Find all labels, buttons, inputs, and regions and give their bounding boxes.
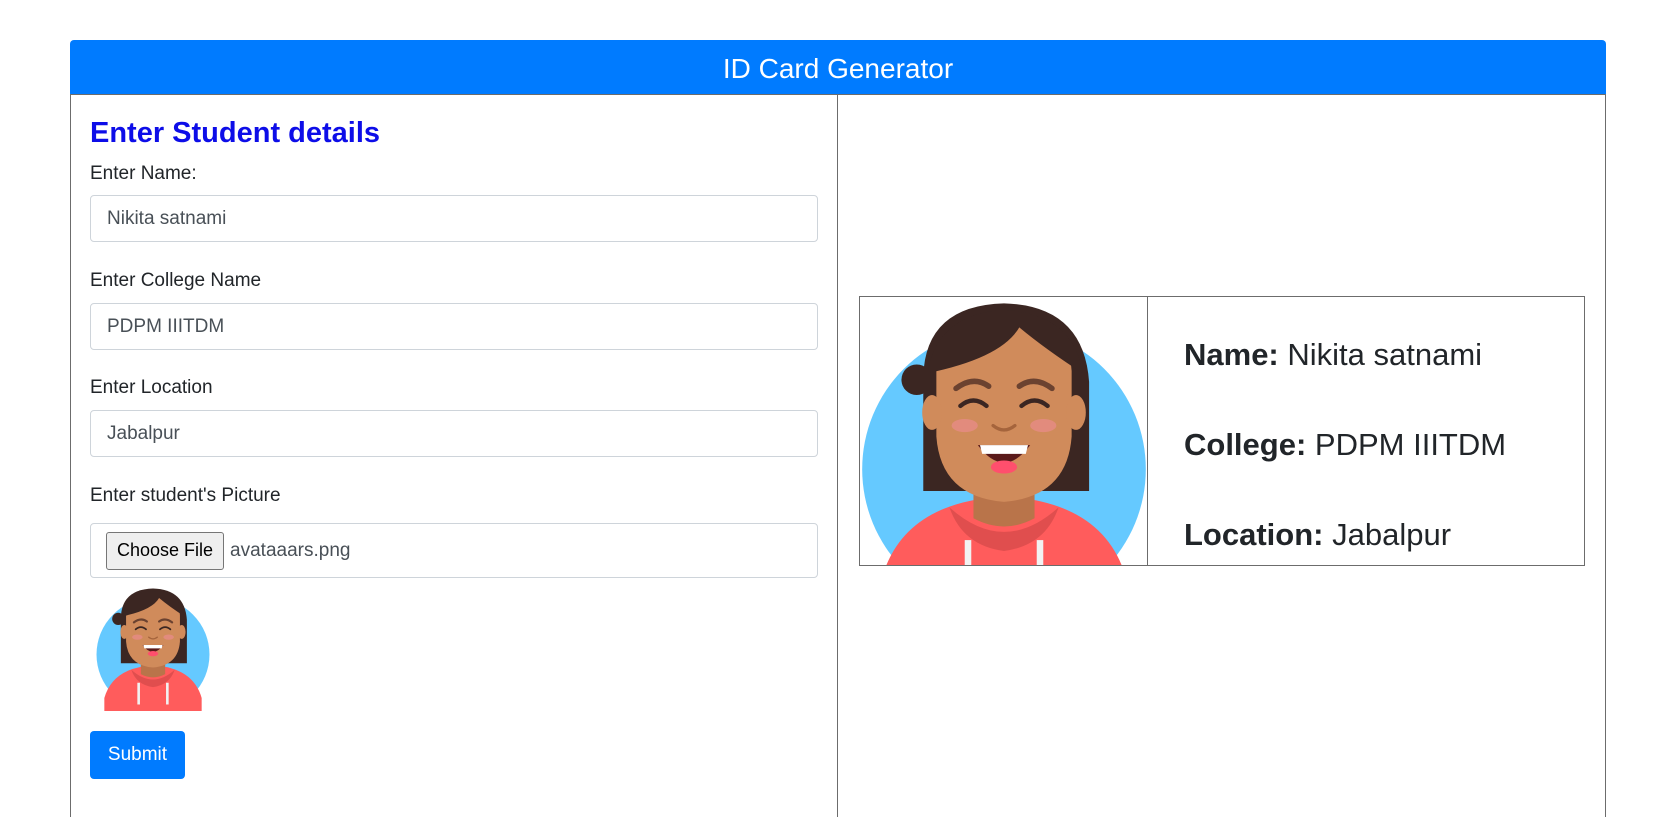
college-input[interactable] [90,303,818,350]
submit-button[interactable]: Submit [90,731,185,779]
avatar-preview-image [95,587,211,717]
choose-file-button[interactable]: Choose File [106,531,225,570]
name-input[interactable] [90,195,818,242]
location-input[interactable] [90,410,818,457]
card-photo [860,297,1148,565]
name-label: Enter Name: [90,163,197,184]
card-name-value: Nikita satnami [1287,337,1483,372]
card-college-label: College: [1184,427,1307,462]
avatar-card-image [860,297,1148,565]
card-location-row: Location: Jabalpur [1184,517,1451,553]
card-name-label: Name: [1184,337,1279,372]
picture-preview [95,585,211,717]
app-title: ID Card Generator [722,53,954,84]
card-name-row: Name: Nikita satnami [1184,337,1482,373]
file-name: avataaars.png [230,539,351,561]
card-location-value: Jabalpur [1332,517,1452,552]
form-panel: Enter Student details Enter Name: Enter … [70,94,838,817]
card-college-value: PDPM IIITDM [1314,427,1507,462]
app-header: ID Card Generator [70,40,1606,94]
card-college-row: College: PDPM IIITDM [1184,427,1506,463]
location-label: Enter Location [90,377,213,398]
app-container: ID Card Generator Enter Student details … [70,40,1606,817]
card-location-label: Location: [1184,517,1324,552]
picture-label: Enter student's Picture [90,485,281,506]
card-panel: Name: Nikita satnami College: PDPM IIITD… [837,94,1606,817]
id-card: Name: Nikita satnami College: PDPM IIITD… [859,296,1585,566]
college-label: Enter College Name [90,270,262,291]
form-title: Enter Student details [90,117,381,149]
picture-file-input[interactable]: Choose File avataaars.png [90,523,818,578]
